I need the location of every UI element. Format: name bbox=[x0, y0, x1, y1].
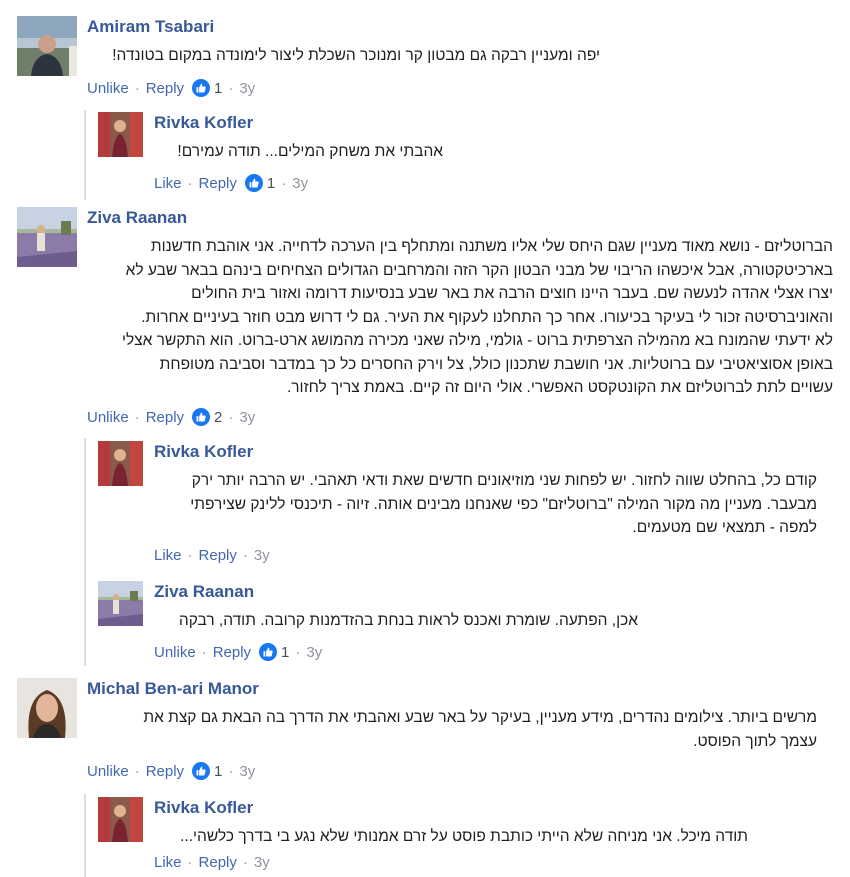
text-line: יצרו אצלי אהדה לנעשה שם. בעבר היינו חוצי… bbox=[191, 285, 833, 302]
comment-text: הברוטליזם - נושא מאוד מעניין שגם היחס של… bbox=[13, 235, 833, 400]
reply-comment: Rivka Kofler אהבתי את משחק המילים... תוד… bbox=[98, 112, 838, 197]
timestamp[interactable]: 3y bbox=[254, 854, 270, 871]
like-icon[interactable] bbox=[192, 762, 211, 780]
text-line: קודם כל, בהחלט שווה לחזור. יש לפחות שני … bbox=[191, 472, 817, 489]
unlike-button[interactable]: Unlike bbox=[154, 644, 196, 661]
text-line: בארכיטקטורה, אבל איכשהו הריבוי של מבני ה… bbox=[125, 261, 833, 279]
comment-actions: Like · Reply · 3y bbox=[154, 547, 270, 564]
like-count[interactable]: 1 bbox=[281, 644, 289, 661]
text-line: לא ידעתי שהמונח בא מהמילה הצרפתית ברוט -… bbox=[121, 332, 833, 349]
separator: · bbox=[134, 762, 140, 780]
text-line: מבעבר. מעניין מה מקור המילה "ברוטליזם" כ… bbox=[190, 495, 817, 513]
like-button[interactable]: Like bbox=[154, 854, 182, 871]
comment-text: אהבתי את משחק המילים... תודה עמירם! bbox=[177, 143, 443, 160]
separator: · bbox=[187, 174, 193, 192]
reply-button[interactable]: Reply bbox=[146, 763, 184, 780]
like-button[interactable]: Like bbox=[154, 175, 182, 192]
like-count[interactable]: 1 bbox=[267, 175, 275, 192]
comment-text: מרשים ביותר. צילומים נהדרים, מידע מעניין… bbox=[117, 706, 817, 753]
separator: · bbox=[228, 762, 234, 780]
timestamp[interactable]: 3y bbox=[292, 175, 308, 192]
separator: · bbox=[187, 547, 193, 564]
text-line: עשויים לתת לברוטליזם את הקונטקסט האפשרי.… bbox=[286, 379, 833, 396]
timestamp[interactable]: 3y bbox=[239, 80, 255, 97]
avatar[interactable] bbox=[17, 678, 77, 738]
reply-button[interactable]: Reply bbox=[146, 80, 184, 97]
text-line: באופן אסוציאטיבי עם ברוטליות. אני חושבת … bbox=[159, 355, 833, 373]
separator: · bbox=[242, 854, 248, 871]
comment-author[interactable]: Rivka Kofler bbox=[154, 442, 253, 462]
reply-button[interactable]: Reply bbox=[146, 409, 184, 426]
like-count[interactable]: 1 bbox=[214, 80, 222, 97]
separator: · bbox=[281, 174, 287, 192]
comment-actions: Like · Reply 1 · 3y bbox=[154, 174, 308, 192]
comment-author[interactable]: Rivka Kofler bbox=[154, 798, 253, 818]
comment-text: תודה מיכל. אני מניחה שלא הייתי כותבת פוס… bbox=[180, 828, 748, 845]
thread-line bbox=[84, 110, 86, 200]
comment: Ziva Raanan הברוטליזם - נושא מאוד מעניין… bbox=[17, 207, 837, 432]
reply-comment: Rivka Kofler תודה מיכל. אני מניחה שלא הי… bbox=[98, 797, 838, 877]
reply-comment: Ziva Raanan אכן, הפתעה. שומרת ואכנס לראו… bbox=[98, 581, 838, 666]
reply-comment: Rivka Kofler קודם כל, בהחלט שווה לחזור. … bbox=[98, 441, 838, 571]
separator: · bbox=[228, 408, 234, 426]
timestamp[interactable]: 3y bbox=[306, 644, 322, 661]
like-count[interactable]: 2 bbox=[214, 409, 222, 426]
unlike-button[interactable]: Unlike bbox=[87, 409, 129, 426]
comment-actions: Unlike · Reply 1 · 3y bbox=[87, 762, 255, 780]
reply-button[interactable]: Reply bbox=[199, 854, 237, 871]
comment-author[interactable]: Ziva Raanan bbox=[87, 208, 187, 228]
separator: · bbox=[187, 854, 193, 871]
reply-button[interactable]: Reply bbox=[199, 175, 237, 192]
thread-line bbox=[84, 438, 86, 666]
comment-actions: Unlike · Reply 1 · 3y bbox=[154, 643, 322, 661]
separator: · bbox=[134, 408, 140, 426]
comment-actions: Like · Reply · 3y bbox=[154, 854, 270, 871]
reply-button[interactable]: Reply bbox=[199, 547, 237, 564]
separator: · bbox=[201, 643, 207, 661]
unlike-button[interactable]: Unlike bbox=[87, 80, 129, 97]
like-icon[interactable] bbox=[192, 408, 211, 426]
comment-author[interactable]: Amiram Tsabari bbox=[87, 17, 214, 37]
timestamp[interactable]: 3y bbox=[239, 409, 255, 426]
comment-text: אכן, הפתעה. שומרת ואכנס לראות בנחת בהזדמ… bbox=[178, 612, 638, 629]
like-count[interactable]: 1 bbox=[214, 763, 222, 780]
unlike-button[interactable]: Unlike bbox=[87, 763, 129, 780]
comment-author[interactable]: Rivka Kofler bbox=[154, 113, 253, 133]
separator: · bbox=[228, 79, 234, 97]
separator: · bbox=[242, 547, 248, 564]
comment-text: יפה ומעניין רבקה גם מבטון קר ומנוכר השכל… bbox=[112, 47, 600, 64]
text-line: והאוניברסיטה זכור לי בעיקר בכיעורו. אחר … bbox=[141, 308, 833, 326]
comment-author[interactable]: Michal Ben-ari Manor bbox=[87, 679, 259, 699]
comment-actions: Unlike · Reply 2 · 3y bbox=[87, 408, 255, 426]
separator: · bbox=[295, 643, 301, 661]
text-line: למפה - תמצאי שם מטעמים. bbox=[632, 519, 817, 536]
comment-author[interactable]: Ziva Raanan bbox=[154, 582, 254, 602]
like-icon[interactable] bbox=[244, 174, 263, 192]
text-line: עצמך לתוך הפוסט. bbox=[693, 732, 817, 750]
separator: · bbox=[134, 79, 140, 97]
timestamp[interactable]: 3y bbox=[254, 547, 270, 564]
text-line: מרשים ביותר. צילומים נהדרים, מידע מעניין… bbox=[143, 709, 817, 726]
like-icon[interactable] bbox=[192, 79, 211, 97]
text-line: הברוטליזם - נושא מאוד מעניין שגם היחס של… bbox=[150, 238, 833, 255]
like-icon[interactable] bbox=[259, 643, 278, 661]
timestamp[interactable]: 3y bbox=[239, 763, 255, 780]
comment: Amiram Tsabari יפה ומעניין רבקה גם מבטון… bbox=[17, 16, 837, 101]
comment: Michal Ben-ari Manor מרשים ביותר. צילומי… bbox=[17, 678, 837, 788]
reply-button[interactable]: Reply bbox=[213, 644, 251, 661]
comment-text: קודם כל, בהחלט שווה לחזור. יש לפחות שני … bbox=[97, 469, 817, 540]
thread-line bbox=[84, 794, 86, 877]
comment-actions: Unlike · Reply 1 · 3y bbox=[87, 79, 255, 97]
like-button[interactable]: Like bbox=[154, 547, 182, 564]
